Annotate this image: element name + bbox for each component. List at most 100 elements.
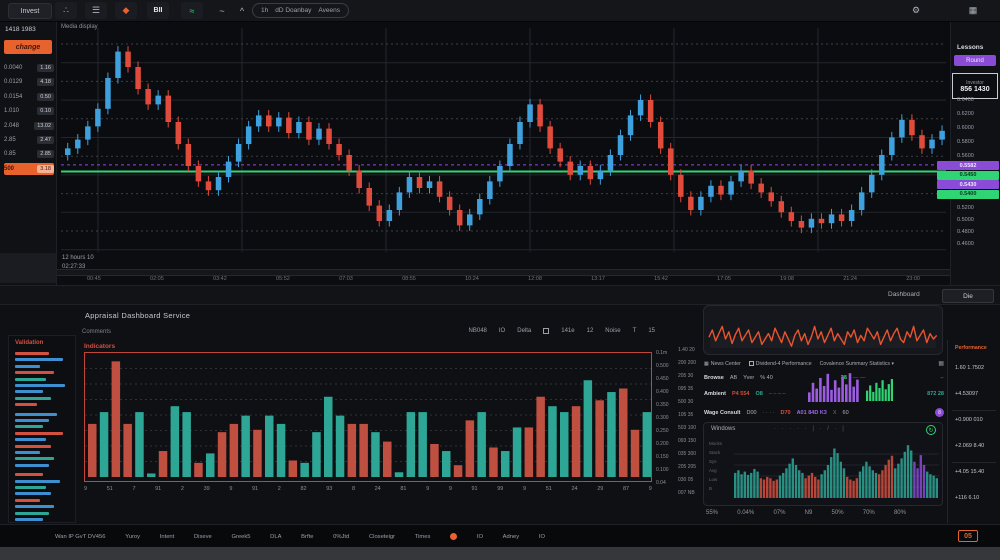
watchlist-row[interactable]: 2.04813.02 <box>4 120 54 132</box>
percent-tick: 70% <box>863 510 875 516</box>
log-entry <box>15 403 37 406</box>
volume-toolbar-item[interactable]: Delta <box>517 328 531 334</box>
change-button[interactable]: change <box>4 40 52 54</box>
status-item[interactable]: Greek5 <box>231 534 250 540</box>
volume-toolbar-item[interactable]: Noise <box>605 328 620 334</box>
status-item[interactable]: Brfte <box>301 534 313 540</box>
log-entry <box>15 438 46 441</box>
price-box-value: 856 1430 <box>960 86 989 93</box>
volume-toolbar-item[interactable]: 15 <box>648 328 655 334</box>
grid-icon[interactable]: ▦ <box>962 2 984 19</box>
percent-tick: 55% <box>706 510 718 516</box>
watchlist-row[interactable]: 0.01540.50 <box>4 91 54 103</box>
volume-chart[interactable] <box>84 352 652 482</box>
wage-row[interactable]: Wage Consult D00 · · · · D70 A01 84D K3 … <box>704 408 944 417</box>
status-item[interactable]: IO <box>477 534 483 540</box>
watchlist-row[interactable]: 0.01294.18 <box>4 76 54 88</box>
watchlist-row[interactable]: 1.0100.10 <box>4 105 54 117</box>
panel-tab[interactable]: ▦News Center <box>704 361 741 367</box>
log-entry <box>15 419 49 422</box>
volume-toolbar-item[interactable]: 12 <box>587 328 594 334</box>
square-icon[interactable] <box>543 328 549 334</box>
scatter-icon[interactable]: ∴ <box>55 2 77 19</box>
expand-icon[interactable]: ⌐ <box>941 375 944 381</box>
volume-x-axis: 95179123999128293824819991999512429879 <box>84 486 652 492</box>
volume-tick: 9 <box>426 486 429 492</box>
log-entry <box>15 518 43 521</box>
volume-yr-label: 093 150 <box>678 438 704 451</box>
status-item[interactable]: Closeteigr <box>369 534 395 540</box>
volume-tick: 24 <box>571 486 577 492</box>
refresh-icon[interactable]: ↻ <box>926 425 936 435</box>
flame-icon[interactable]: ◆ <box>115 2 137 19</box>
pulse-icon[interactable]: ≈ <box>181 2 203 19</box>
status-item[interactable]: Wan IP GvT DV456 <box>55 534 105 540</box>
status-item[interactable]: Adney <box>503 534 519 540</box>
filter-icon[interactable]: ☰ <box>85 2 107 19</box>
log-entry <box>15 445 51 448</box>
volume-toolbar-item[interactable]: 141e <box>561 328 574 334</box>
round-badge[interactable]: Round <box>954 55 996 66</box>
candlestick-svg <box>57 22 950 252</box>
watchlist-price: 500 <box>4 166 14 172</box>
stat-value: +116 6.10 <box>955 495 979 501</box>
comments-label: Comments <box>82 329 111 335</box>
status-item[interactable]: Diseve <box>194 534 212 540</box>
session-duration: 12 hours 10 <box>62 254 142 263</box>
wave-icon[interactable]: ~ <box>211 2 233 19</box>
trading-app-window: Invest 1h dD Doanbay Aveens ⚙ ▦ ∴ ☰ ◆ BII ≈ ~… <box>0 0 1000 560</box>
status-item[interactable]: IO <box>539 534 545 540</box>
stat-value: +2.069 8.40 <box>955 443 984 449</box>
panel-tab[interactable]: Dividend-4 Performance <box>749 361 812 367</box>
status-item[interactable]: Yuroy <box>125 534 140 540</box>
volume-tick: 9 <box>649 486 652 492</box>
log-header: Validation <box>15 340 43 346</box>
validation-log-panel[interactable]: Validation <box>8 335 76 523</box>
log-entry <box>15 390 43 393</box>
volume-toolbar-item[interactable]: NB048 <box>469 328 487 334</box>
volume-tick: 2 <box>278 486 281 492</box>
bars-icon[interactable]: BII <box>147 2 169 19</box>
log-entry <box>15 413 57 416</box>
timeframe-pill[interactable]: 1h dD Doanbay Aveens <box>252 3 349 18</box>
browse-label: Browse <box>704 375 724 381</box>
status-item[interactable]: DLA <box>270 534 281 540</box>
watchlist-row[interactable]: 5003.18 <box>4 163 54 175</box>
watchlist-row[interactable]: 0.00401.16 <box>4 62 54 74</box>
status-item[interactable]: Times <box>415 534 431 540</box>
volume-tick: 9 <box>229 486 232 492</box>
status-item[interactable]: Intent <box>160 534 175 540</box>
die-button[interactable]: Die <box>942 289 994 303</box>
watchlist-row[interactable]: 2.852.47 <box>4 134 54 146</box>
distribution-svg <box>734 443 939 501</box>
volume-y-axis-right: 1.40 20200 200205 30095 35500 30105 3550… <box>678 347 704 503</box>
panel-tab[interactable]: Covalence Summary Statistics ▾ <box>820 361 894 367</box>
volume-tick: 93 <box>326 486 332 492</box>
status-item[interactable]: 0%Jtd <box>333 534 349 540</box>
axis-price-badge-green: 0.5400 <box>937 190 999 199</box>
timeframe-value[interactable]: 1h <box>261 7 268 14</box>
watchlist-row[interactable]: 0.852.85 <box>4 148 54 160</box>
sparkline-svg <box>704 306 942 354</box>
timeframe-label[interactable]: dD Doanbay <box>275 7 311 14</box>
green-minibars <box>866 379 894 401</box>
log-entry <box>15 384 65 387</box>
timeframe-menu[interactable]: Aveens <box>318 7 340 14</box>
checkbox-icon[interactable] <box>749 361 754 366</box>
purple-circle-icon[interactable]: 8 <box>935 408 944 417</box>
caret-icon[interactable]: ^ <box>231 2 253 19</box>
volume-toolbar-item[interactable]: IO <box>499 328 505 334</box>
chart-scrollbar[interactable] <box>57 269 950 276</box>
sparkline-card[interactable] <box>703 305 943 355</box>
invest-button[interactable]: Invest <box>8 3 52 19</box>
windows-chart-card[interactable]: Windows · · · · · | · / · | ↻ MocksStack… <box>703 422 943 506</box>
brand-icon[interactable]: 05 <box>958 530 978 542</box>
panel-grid-icon[interactable]: ▦ <box>938 360 944 367</box>
price-axis-panel[interactable]: Lessons Round Investor 856 1430 0.64000.… <box>950 22 1000 285</box>
volume-tick: 81 <box>400 486 406 492</box>
volume-toolbar-item[interactable]: T <box>633 328 637 334</box>
watchlist-price: 1.010 <box>4 108 19 114</box>
log-entry <box>15 473 43 476</box>
gear-icon[interactable]: ⚙ <box>905 2 927 19</box>
candlestick-chart[interactable]: Media display <box>57 22 950 252</box>
